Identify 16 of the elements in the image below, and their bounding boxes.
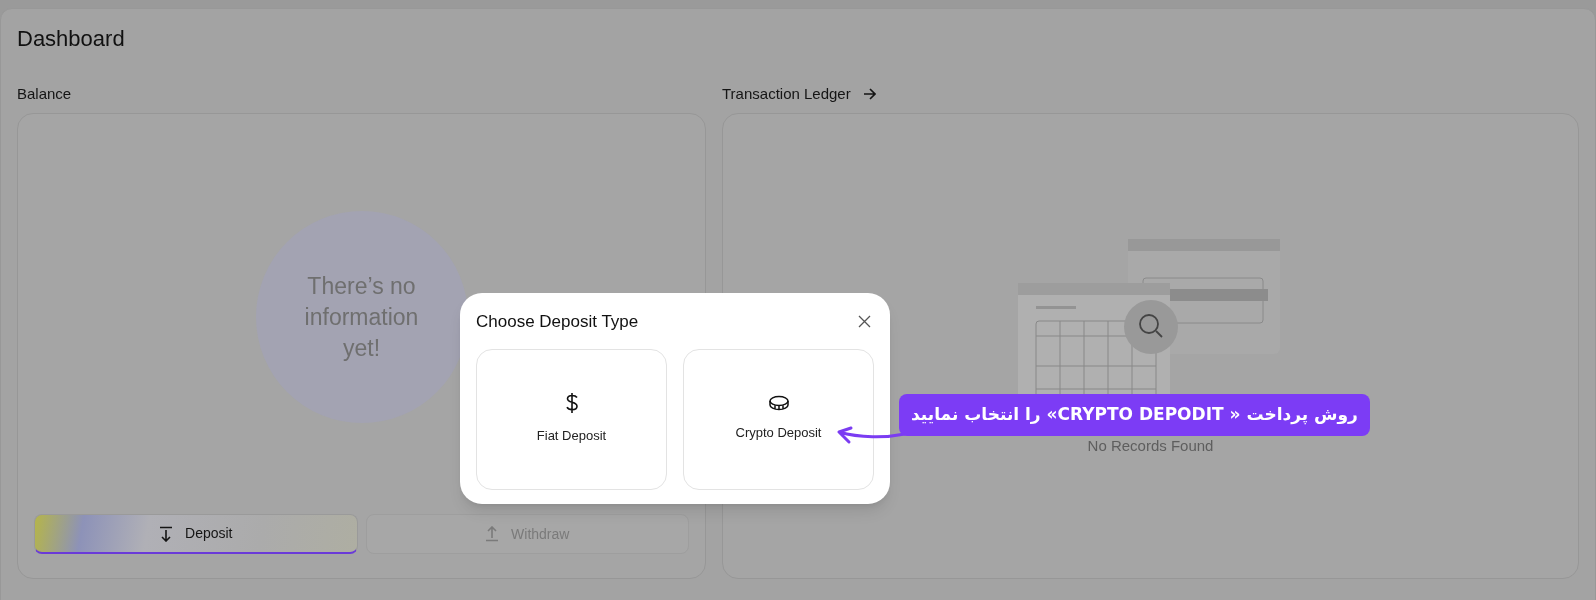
empty-state-text: No Records Found	[1087, 436, 1214, 456]
page-title: Dashboard	[17, 25, 126, 53]
download-icon	[159, 525, 173, 542]
dollar-icon	[563, 392, 580, 415]
section-label: Balance	[17, 84, 73, 104]
arrow-right-icon[interactable]	[862, 88, 876, 100]
instruction-callout: روش پرداخت « CRYPTO DEPODIT» را انتخاب نمایید	[899, 394, 1370, 436]
deposit-option[interactable]: Crypto Deposit	[683, 348, 874, 490]
dialog-title: Choose Deposit Type	[476, 311, 639, 333]
close-icon	[857, 315, 871, 329]
section-label: Transaction Ledger	[722, 83, 851, 104]
empty-state-text: There’s no information yet!	[303, 271, 420, 363]
upload-icon	[485, 526, 500, 542]
deposit-option[interactable]: Fiat Deposit	[476, 348, 667, 490]
coin-icon	[767, 395, 790, 412]
deposit-button[interactable]: Deposit	[34, 514, 358, 554]
